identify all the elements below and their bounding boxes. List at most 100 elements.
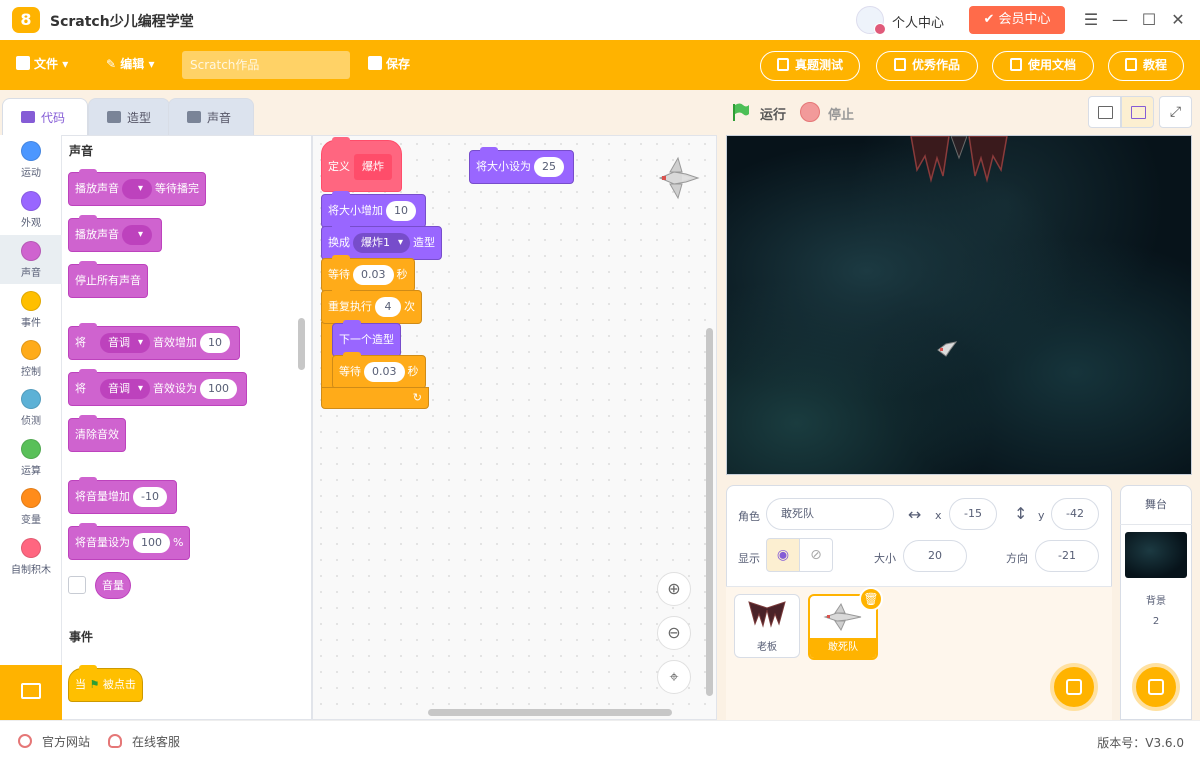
user-avatar[interactable] (856, 6, 886, 35)
vip-center-button[interactable]: ✔ 会员中心 (969, 6, 1065, 34)
block-text: 将 (75, 336, 86, 349)
palette-scrollbar[interactable] (298, 318, 305, 370)
small-stage-button[interactable] (1088, 96, 1121, 128)
tab-sounds[interactable]: 声音 (168, 98, 254, 136)
category-motion[interactable]: 运动 (0, 135, 62, 184)
x-position-field[interactable]: -15 (949, 498, 997, 530)
project-name-input[interactable] (182, 51, 350, 79)
zoom-in-icon: ⊕ (667, 579, 681, 598)
normal-stage-button[interactable] (1121, 96, 1154, 128)
number-input[interactable]: 100 (133, 533, 170, 553)
number-input[interactable]: 100 (200, 379, 237, 399)
number-input[interactable]: 10 (386, 201, 416, 221)
wait-block[interactable]: 等待 0.03 秒 (332, 352, 426, 389)
number-input[interactable]: 10 (200, 333, 230, 353)
close-icon[interactable]: ✕ (1168, 10, 1188, 30)
category-label: 侦测 (21, 416, 41, 427)
when-flag-clicked-block[interactable]: 当 ⚑ 被点击 (68, 665, 143, 702)
workspace-vertical-scrollbar[interactable] (706, 328, 713, 696)
workspace-horizontal-scrollbar[interactable] (428, 709, 672, 716)
block-text: 将音量设为 (75, 536, 130, 549)
sprite-name: 敢死队 (810, 638, 876, 658)
sprite-name-field[interactable]: 敢死队 (766, 498, 894, 530)
number-input[interactable]: 4 (375, 297, 401, 317)
next-costume-block[interactable]: 下一个造型 (332, 320, 401, 357)
effect-dropdown[interactable]: 音调 (100, 333, 150, 353)
repeat-block[interactable]: 重复执行 4 次 (321, 287, 422, 324)
stop-label[interactable]: 停止 (828, 104, 854, 123)
clipboard-icon (776, 58, 789, 71)
backdrop-thumbnail[interactable] (1125, 532, 1187, 578)
sound-dropdown[interactable] (122, 225, 152, 245)
maximize-icon[interactable]: ☐ (1139, 10, 1159, 30)
add-extension-button[interactable] (0, 665, 62, 720)
costume-dropdown[interactable]: 爆炸1 (353, 233, 410, 253)
number-input[interactable]: 25 (534, 157, 564, 177)
block-text: % (173, 536, 184, 549)
define-name-label: 爆炸 (354, 154, 392, 180)
change-effect-block[interactable]: 将 音调音效增加10 (68, 323, 240, 360)
events-section-title: 事件 (69, 630, 94, 644)
category-control[interactable]: 控制 (0, 334, 62, 383)
user-center-link[interactable]: 个人中心 (892, 12, 944, 31)
tab-code[interactable]: 代码 (2, 98, 88, 137)
official-website-link[interactable]: 官方网站 (42, 733, 90, 750)
category-variables[interactable]: 变量 (0, 482, 62, 531)
show-sprite-button[interactable]: ◉ (766, 538, 800, 572)
save-button[interactable]: 保存 (368, 55, 410, 72)
zoom-out-icon: ⊖ (667, 623, 681, 642)
set-effect-block[interactable]: 将 音调音效设为100 (68, 369, 247, 406)
online-support-link[interactable]: 在线客服 (132, 733, 180, 750)
sprite-tile-boss[interactable]: 老板 (734, 594, 800, 658)
tutorial-button[interactable]: 教程 (1108, 51, 1184, 81)
showcase-button[interactable]: 优秀作品 (876, 51, 978, 81)
block-text: 停止所有声音 (75, 274, 141, 287)
sound-dropdown[interactable] (122, 179, 152, 199)
category-operators[interactable]: 运算 (0, 433, 62, 482)
direction-field[interactable]: -21 (1035, 540, 1099, 572)
fullscreen-button[interactable]: ⤢ (1159, 96, 1192, 128)
set-size-block[interactable]: 将大小设为 25 (469, 147, 574, 184)
volume-monitor-checkbox[interactable] (68, 576, 86, 594)
exam-label: 真题测试 (794, 58, 843, 72)
add-backdrop-button[interactable] (1132, 663, 1180, 711)
size-field[interactable]: 20 (903, 540, 967, 572)
tab-costumes[interactable]: 造型 (88, 98, 170, 136)
delete-sprite-button[interactable]: 🗑 (859, 587, 883, 611)
category-events[interactable]: 事件 (0, 285, 62, 334)
run-label[interactable]: 运行 (760, 104, 786, 123)
zoom-out-button[interactable]: ⊖ (657, 616, 691, 650)
define-block[interactable]: 定义 爆炸 (321, 137, 402, 192)
add-sprite-button[interactable] (1050, 663, 1098, 711)
stage-canvas[interactable] (726, 135, 1192, 475)
zoom-reset-button[interactable]: ⌖ (657, 660, 691, 694)
stop-all-sounds-block[interactable]: 停止所有声音 (68, 261, 148, 298)
stop-icon[interactable] (800, 102, 820, 122)
volume-reporter-block[interactable]: 音量 (95, 572, 131, 599)
docs-button[interactable]: 使用文档 (992, 51, 1094, 81)
change-volume-block[interactable]: 将音量增加 -10 (68, 477, 177, 514)
play-sound-until-done-block[interactable]: 播放声音 等待播完 (68, 169, 206, 206)
exam-button[interactable]: 真题测试 (760, 51, 860, 81)
effect-dropdown[interactable]: 音调 (100, 379, 150, 399)
number-input[interactable]: -10 (133, 487, 167, 507)
zoom-in-button[interactable]: ⊕ (657, 572, 691, 606)
hide-sprite-button[interactable]: ⊘ (799, 538, 833, 572)
play-sound-block[interactable]: 播放声音 (68, 215, 162, 252)
clear-effects-block[interactable]: 清除音效 (68, 415, 126, 452)
file-menu[interactable]: 文件 ▾ (16, 55, 68, 72)
thumbs-up-icon (893, 58, 906, 71)
green-flag-icon[interactable] (730, 102, 750, 122)
horizontal-arrows-icon: ↔ (908, 505, 922, 524)
edit-menu[interactable]: ✎ 编辑 ▾ (106, 55, 154, 72)
category-sound[interactable]: 声音 (0, 235, 62, 284)
number-input[interactable]: 0.03 (364, 362, 405, 382)
number-input[interactable]: 0.03 (353, 265, 394, 285)
set-volume-block[interactable]: 将音量设为 100% (68, 523, 191, 560)
minimize-icon[interactable]: — (1110, 10, 1130, 30)
y-position-field[interactable]: -42 (1051, 498, 1099, 530)
category-looks[interactable]: 外观 (0, 185, 62, 234)
category-my-blocks[interactable]: 自制积木 (0, 532, 62, 581)
category-sensing[interactable]: 侦测 (0, 383, 62, 432)
menu-icon[interactable]: ☰ (1081, 10, 1101, 30)
